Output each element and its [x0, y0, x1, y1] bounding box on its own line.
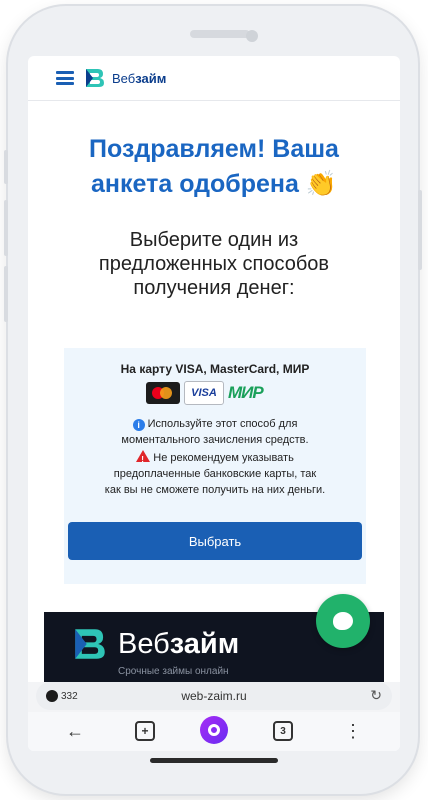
info-line-1: Используйте этот способ для: [147, 418, 298, 430]
more-menu-icon[interactable]: ⋮: [342, 720, 364, 742]
warning-line-3: как вы не сможете получить на них деньги…: [104, 484, 326, 496]
page-title: Поздравляем! Ваша анкета одобрена 👏: [28, 132, 400, 202]
phone-volume-up: [4, 200, 8, 256]
subtitle-line-3: получения денег:: [133, 277, 295, 299]
brand-name[interactable]: Вебзайм: [112, 71, 166, 86]
url-field[interactable]: 332 web-zaim.ru ↻: [36, 682, 392, 710]
title-line-2: анкета одобрена 👏: [91, 170, 337, 198]
payout-option-card: На карту VISA, MasterCard, МИР VISA МИР …: [64, 348, 366, 584]
mir-icon: МИР: [228, 383, 264, 402]
mastercard-icon: [146, 382, 180, 404]
phone-volume-down: [4, 266, 8, 322]
card-title: На карту VISA, MasterCard, МИР: [120, 362, 310, 376]
payment-logos: VISA МИР: [146, 381, 264, 405]
banner-brand-name: Вебзайм: [118, 628, 239, 661]
banner-brand-prefix: Веб: [118, 628, 170, 660]
phone-speaker: [190, 30, 250, 38]
brand-suffix: займ: [135, 70, 167, 86]
assistant-button[interactable]: [200, 716, 228, 744]
tabs-count: 3: [273, 721, 293, 741]
menu-icon[interactable]: [56, 71, 74, 85]
assistant-icon: [208, 724, 220, 736]
plus-icon: +: [135, 721, 155, 741]
tabs-button[interactable]: 3: [272, 720, 294, 742]
info-line-2: моментального зачисления средств.: [121, 434, 309, 446]
title-line-1: Поздравляем! Ваша: [89, 135, 339, 163]
reload-icon[interactable]: ↻: [370, 687, 382, 704]
visa-icon: VISA: [184, 381, 224, 405]
browser-nav-bar: ← + 3 ⋮: [28, 712, 400, 751]
choose-button[interactable]: Выбрать: [68, 522, 362, 560]
phone-side-button: [4, 150, 8, 184]
banner-logo-icon: [72, 626, 108, 662]
brand-prefix: Веб: [112, 70, 136, 86]
banner-tagline: Срочные займы онлайн: [118, 666, 229, 677]
home-indicator[interactable]: [150, 758, 278, 763]
subtitle-line-1: Выберите один из: [129, 229, 299, 251]
subtitle-line-2: предложенных способов: [98, 253, 330, 275]
warning-line-2: предоплаченные банковские карты, так: [113, 468, 317, 480]
chat-button[interactable]: [316, 594, 370, 648]
warning-icon: [136, 450, 151, 468]
warning-note: Не рекомендуем указывать предоплаченные …: [78, 450, 352, 498]
logo-icon[interactable]: [84, 67, 106, 89]
phone-camera: [246, 30, 258, 42]
back-arrow-icon[interactable]: ←: [64, 720, 86, 742]
page-subtitle: Выберите один из предложенных способов п…: [28, 228, 400, 300]
info-icon: i: [132, 419, 145, 431]
new-tab-button[interactable]: +: [134, 720, 156, 742]
browser-address-bar: 332 web-zaim.ru ↻: [28, 682, 400, 712]
info-note: i Используйте этот способ для моментальн…: [78, 416, 352, 448]
banner-brand-suffix: займ: [169, 628, 240, 660]
app-header: Вебзайм: [28, 56, 400, 101]
url-text: web-zaim.ru: [181, 689, 247, 703]
phone-power-button: [418, 190, 422, 270]
warning-line-1: Не рекомендуем указывать: [153, 452, 294, 464]
chat-icon: [333, 612, 353, 630]
screen: Вебзайм Поздравляем! Ваша анкета одобрен…: [28, 56, 400, 751]
